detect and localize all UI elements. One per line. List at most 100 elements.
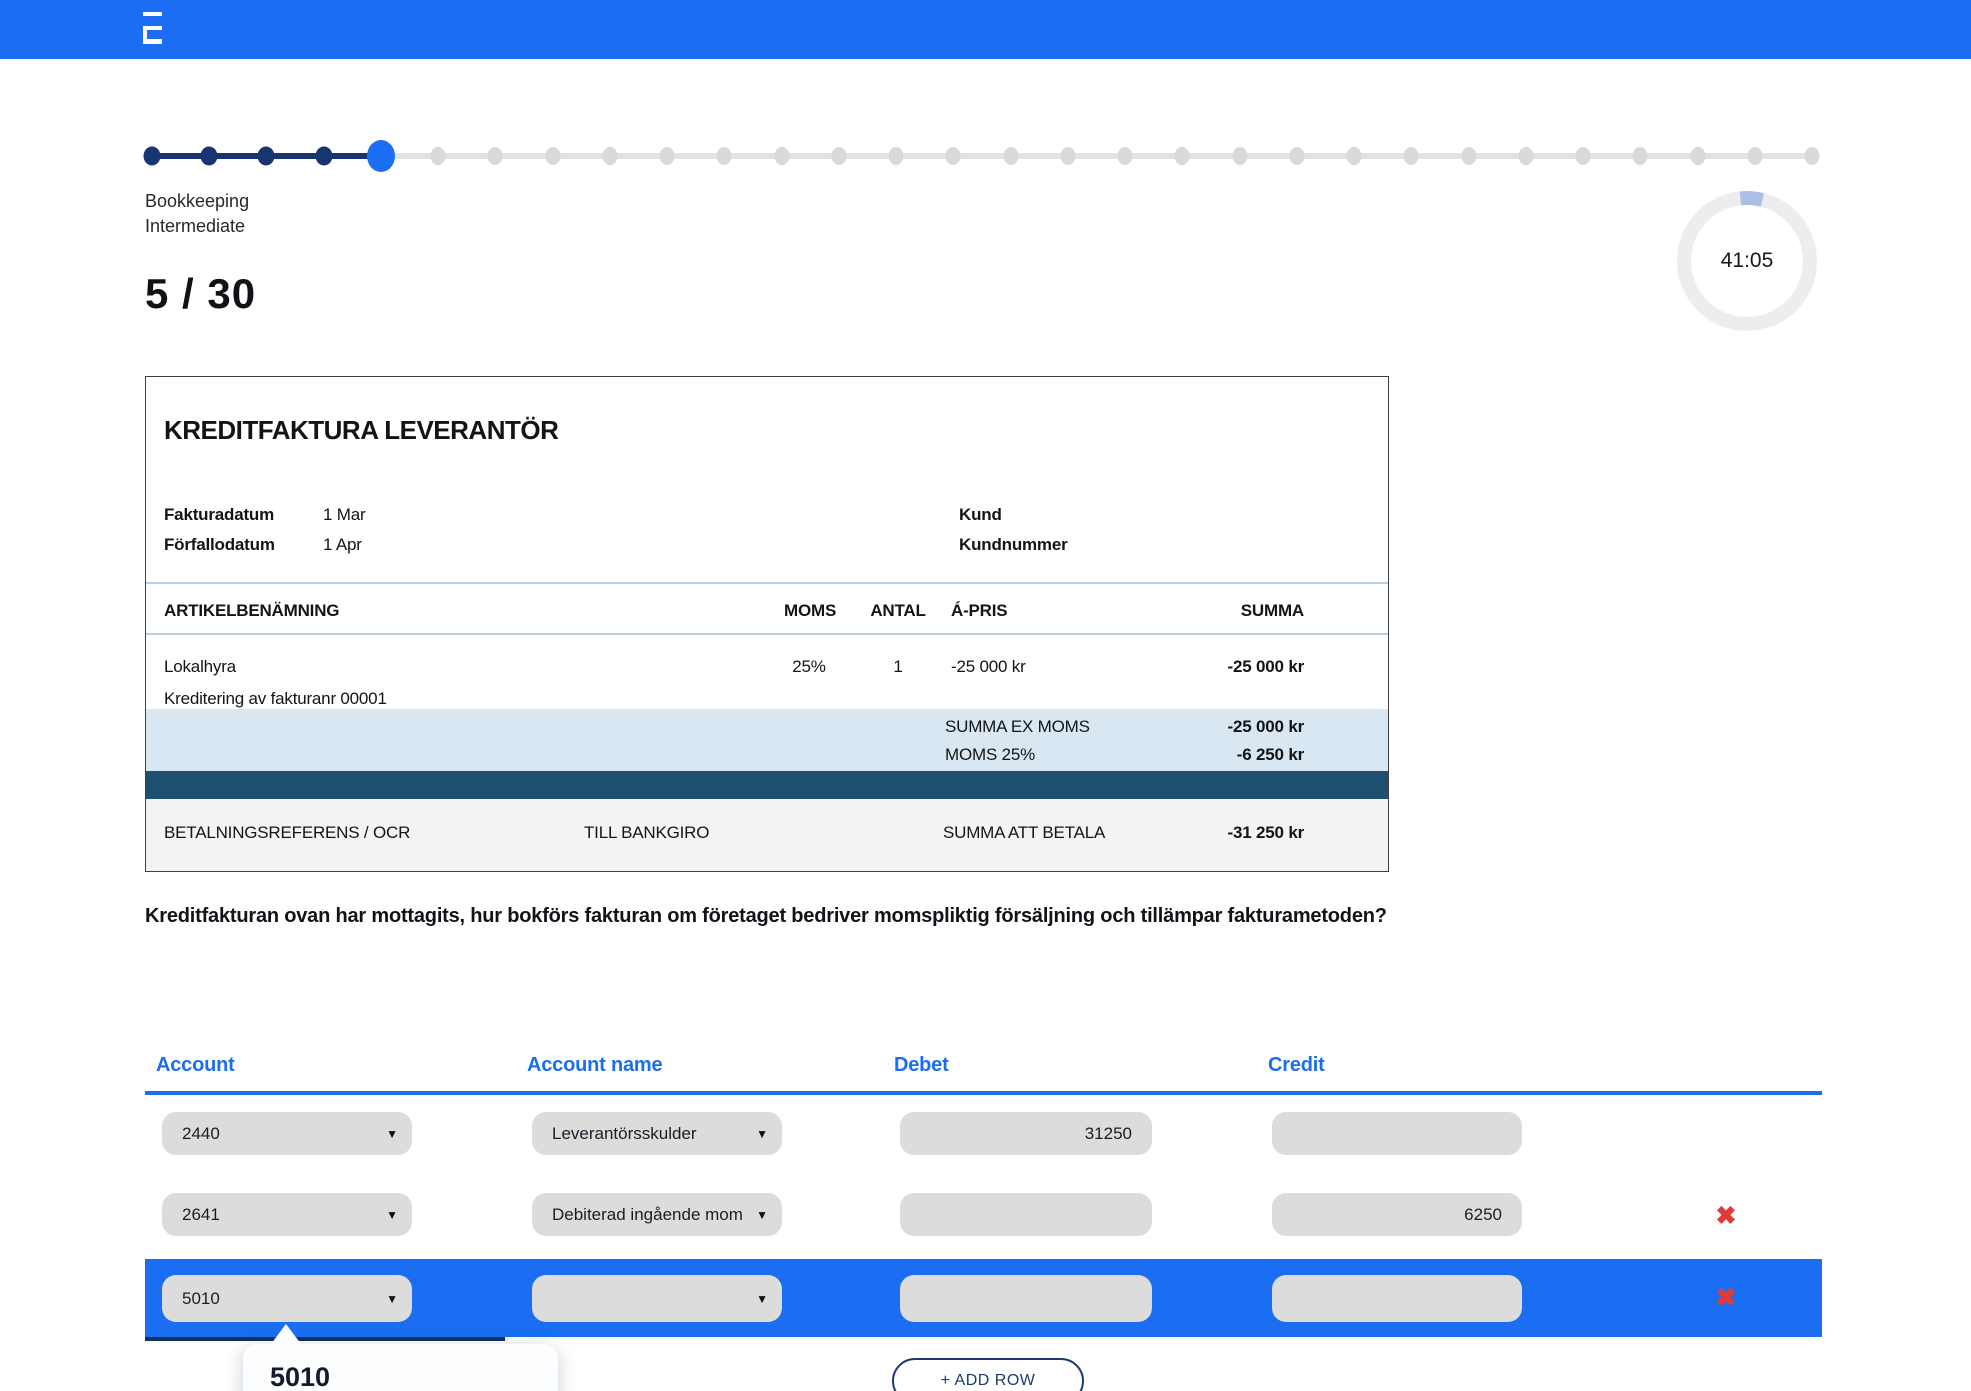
col-artikel: ARTIKELBENÄMNING [164,601,339,621]
add-row-button[interactable]: + ADD ROW [892,1358,1084,1391]
summary-exmoms-label: SUMMA EX MOMS [945,717,1090,737]
stepper-dot-22 [1347,147,1362,165]
footer-bankgiro-label: TILL BANKGIRO [584,823,709,843]
course-level: Intermediate [145,214,249,239]
chevron-down-icon: ▼ [756,1209,768,1221]
stepper-dot-17 [1060,147,1075,165]
account-select-value: 5010 [182,1289,220,1309]
stepper-dot-15 [946,147,961,165]
stepper-dot-16 [1003,147,1018,165]
timer-value: 41:05 [1721,249,1774,273]
dropdown-option-5010[interactable]: 5010 [270,1362,330,1391]
app-logo-icon[interactable] [143,12,162,44]
question-counter: 5 / 30 [145,270,256,318]
stepper-dot-27 [1633,147,1648,165]
dropdown-pointer [271,1324,301,1344]
stepper-dot-2 [201,147,218,166]
timer-inner: 41:05 [1691,205,1803,317]
course-name: Bookkeeping [145,189,249,214]
credit-input[interactable] [1272,1112,1522,1155]
invoice-due-value: 1 Apr [323,535,362,555]
stepper-dot-5 [367,140,395,172]
stepper-dot-12 [774,147,789,165]
account-select[interactable]: 2641 ▼ [162,1193,412,1236]
chevron-down-icon: ▼ [386,1128,398,1140]
stepper-dot-29 [1747,147,1762,165]
remove-row-icon[interactable]: ✖ [1705,1283,1747,1313]
footer-total-label: SUMMA ATT BETALA [943,823,1105,843]
chevron-down-icon: ▼ [756,1293,768,1305]
chevron-down-icon: ▼ [386,1293,398,1305]
account-select-value: 2641 [182,1205,220,1225]
stepper-dot-7 [488,147,503,165]
footer-ocr-label: BETALNINGSREFERENS / OCR [164,823,410,843]
account-select-open[interactable]: 5010 ▼ [162,1275,412,1322]
stepper-dot-9 [602,147,617,165]
stepper-dot-23 [1404,147,1419,165]
account-select[interactable]: 2440 ▼ [162,1112,412,1155]
answer-table-underline [145,1091,1822,1095]
debet-input[interactable] [900,1193,1152,1236]
chevron-down-icon: ▼ [756,1128,768,1140]
credit-input[interactable] [1272,1275,1522,1322]
stepper-dot-4 [315,147,332,166]
invoice-customer-number-label: Kundnummer [959,535,1068,555]
invoice-separator2 [146,633,1388,635]
debet-input-value: 31250 [1085,1124,1132,1144]
stepper-track [152,153,1812,159]
account-name-select[interactable]: Debiterad ingående mom ▼ [532,1193,782,1236]
header-credit: Credit [1268,1054,1325,1077]
answer-row-3-selected: 5010 ▼ ▼ ✖ [145,1259,1822,1337]
logo-bracket [143,26,162,44]
invoice-dark-band [146,771,1388,799]
stepper-dot-11 [717,147,732,165]
chevron-down-icon: ▼ [386,1209,398,1221]
stepper-dot-6 [431,147,446,165]
stepper-dot-18 [1118,147,1133,165]
stepper-dot-13 [831,147,846,165]
stepper-dot-28 [1690,147,1705,165]
invoice-date-label: Fakturadatum [164,505,274,525]
invoice-customer-label: Kund [959,505,1002,525]
remove-row-icon[interactable]: ✖ [1705,1201,1747,1231]
item-antal: 1 [869,657,927,677]
account-name-select[interactable]: ▼ [532,1275,782,1322]
item-note: Kreditering av fakturanr 00001 [164,689,387,709]
active-column-underline [145,1337,505,1341]
item-apris: -25 000 kr [951,657,1026,677]
item-summa: -25 000 kr [1228,657,1304,677]
invoice-title: KREDITFAKTURA LEVERANTÖR [164,415,558,446]
item-moms: 25% [784,657,834,677]
stepper-dot-20 [1232,147,1247,165]
stepper-dot-25 [1518,147,1533,165]
account-name-select-value: Leverantörsskulder [552,1124,697,1144]
account-name-select[interactable]: Leverantörsskulder ▼ [532,1112,782,1155]
stepper-dot-19 [1175,147,1190,165]
stepper-dot-8 [545,147,560,165]
col-summa: SUMMA [1241,601,1304,621]
debet-input[interactable]: 31250 [900,1112,1152,1155]
stepper-dot-26 [1576,147,1591,165]
stepper-dot-21 [1289,147,1304,165]
invoice-separator [146,582,1388,584]
answer-row-2: 2641 ▼ Debiterad ingående mom ▼ 6250 ✖ [145,1193,1822,1237]
item-artikel: Lokalhyra [164,657,236,677]
stepper-dot-10 [660,147,675,165]
account-select-value: 2440 [182,1124,220,1144]
summary-moms-value: -6 250 kr [1237,745,1304,765]
col-apris: Á-PRIS [951,601,1007,621]
summary-moms-label: MOMS 25% [945,745,1035,765]
timer-ring: 41:05 [1677,191,1817,331]
col-moms: MOMS [784,601,834,621]
header-account: Account [156,1054,235,1077]
stepper-dot-24 [1461,147,1476,165]
col-antal: ANTAL [869,601,927,621]
stepper-dot-14 [889,147,904,165]
invoice-card: KREDITFAKTURA LEVERANTÖR Fakturadatum 1 … [145,376,1389,872]
summary-exmoms-value: -25 000 kr [1228,717,1304,737]
credit-input[interactable]: 6250 [1272,1193,1522,1236]
top-app-bar [0,0,1971,59]
invoice-date-value: 1 Mar [323,505,365,525]
course-label: Bookkeeping Intermediate [145,189,249,239]
debet-input[interactable] [900,1275,1152,1322]
